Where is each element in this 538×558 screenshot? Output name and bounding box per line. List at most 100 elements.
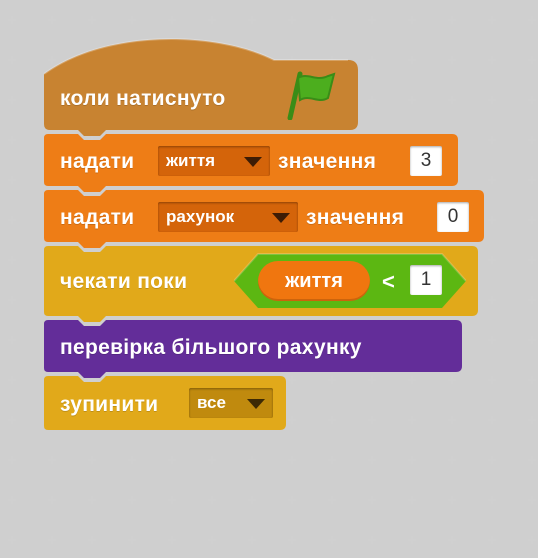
grid-cross bbox=[528, 296, 536, 304]
grid-cross bbox=[368, 16, 376, 24]
score-variable-dropdown[interactable]: рахунок bbox=[158, 202, 298, 232]
grid-cross bbox=[8, 136, 16, 144]
dropdown-arrow-icon bbox=[272, 213, 290, 223]
grid-cross bbox=[448, 56, 456, 64]
lives-variable-dropdown[interactable]: життя bbox=[158, 146, 270, 176]
grid-cross bbox=[288, 456, 296, 464]
grid-cross bbox=[8, 496, 16, 504]
grid-cross bbox=[8, 256, 16, 264]
grid-cross bbox=[168, 536, 176, 544]
grid-cross bbox=[488, 56, 496, 64]
grid-cross bbox=[488, 16, 496, 24]
grid-cross bbox=[528, 56, 536, 64]
grid-cross bbox=[208, 16, 216, 24]
grid-cross bbox=[208, 456, 216, 464]
grid-cross bbox=[128, 496, 136, 504]
wait-until-block[interactable]: чекати поки життя < 1 bbox=[44, 246, 478, 322]
grid-cross bbox=[88, 16, 96, 24]
grid-cross bbox=[368, 96, 376, 104]
when-flag-clicked-block[interactable]: коли натиснуто bbox=[43, 38, 358, 137]
grid-cross bbox=[488, 416, 496, 424]
grid-cross bbox=[288, 496, 296, 504]
grid-cross bbox=[448, 16, 456, 24]
grid-cross bbox=[528, 176, 536, 184]
grid-cross bbox=[128, 456, 136, 464]
grid-cross bbox=[488, 136, 496, 144]
grid-cross bbox=[408, 96, 416, 104]
grid-cross bbox=[448, 496, 456, 504]
grid-cross bbox=[528, 96, 536, 104]
grid-cross bbox=[8, 456, 16, 464]
grid-cross bbox=[448, 416, 456, 424]
grid-cross bbox=[368, 456, 376, 464]
grid-cross bbox=[488, 216, 496, 224]
compare-value-input[interactable]: 1 bbox=[410, 265, 442, 295]
grid-cross bbox=[488, 256, 496, 264]
grid-cross bbox=[88, 536, 96, 544]
grid-cross bbox=[528, 16, 536, 24]
grid-cross bbox=[8, 96, 16, 104]
wait-until-label: чекати поки bbox=[60, 270, 188, 293]
grid-cross bbox=[48, 16, 56, 24]
grid-cross bbox=[528, 256, 536, 264]
grid-cross bbox=[8, 56, 16, 64]
grid-cross bbox=[408, 56, 416, 64]
grid-cross bbox=[48, 496, 56, 504]
grid-cross bbox=[328, 16, 336, 24]
set-lives-block[interactable]: надати життя значення 3 bbox=[44, 134, 458, 192]
grid-cross bbox=[8, 536, 16, 544]
grid-cross bbox=[168, 456, 176, 464]
score-value-input[interactable]: 0 bbox=[437, 202, 469, 232]
grid-cross bbox=[528, 136, 536, 144]
dropdown-arrow-icon bbox=[247, 399, 265, 409]
grid-cross bbox=[48, 456, 56, 464]
grid-cross bbox=[408, 496, 416, 504]
grid-cross bbox=[408, 416, 416, 424]
lives-variable-value: життя bbox=[166, 151, 216, 170]
check-high-score-block[interactable]: перевірка більшого рахунку bbox=[44, 320, 462, 378]
set-score-block[interactable]: надати рахунок значення 0 bbox=[44, 190, 484, 248]
grid-cross bbox=[368, 416, 376, 424]
grid-cross bbox=[168, 16, 176, 24]
set-lives-label: надати bbox=[60, 150, 135, 173]
grid-cross bbox=[448, 96, 456, 104]
grid-cross bbox=[8, 176, 16, 184]
grid-cross bbox=[528, 416, 536, 424]
grid-cross bbox=[288, 536, 296, 544]
grid-cross bbox=[488, 96, 496, 104]
set-lives-value-label: значення bbox=[278, 150, 377, 173]
less-than-sign: < bbox=[382, 269, 395, 294]
grid-cross bbox=[208, 496, 216, 504]
grid-cross bbox=[368, 536, 376, 544]
grid-cross bbox=[288, 16, 296, 24]
grid-cross bbox=[248, 456, 256, 464]
grid-cross bbox=[528, 496, 536, 504]
grid-cross bbox=[128, 536, 136, 544]
grid-cross bbox=[288, 416, 296, 424]
stop-block[interactable]: зупинити все bbox=[44, 376, 286, 430]
grid-cross bbox=[328, 456, 336, 464]
set-score-value-label: значення bbox=[306, 206, 405, 229]
grid-cross bbox=[448, 456, 456, 464]
grid-cross bbox=[168, 496, 176, 504]
grid-cross bbox=[408, 456, 416, 464]
grid-cross bbox=[368, 56, 376, 64]
lives-variable-reporter[interactable]: життя bbox=[258, 261, 370, 301]
grid-cross bbox=[328, 416, 336, 424]
grid-cross bbox=[8, 16, 16, 24]
stop-option-value: все bbox=[197, 393, 226, 412]
grid-cross bbox=[328, 536, 336, 544]
set-score-label: надати bbox=[60, 206, 135, 229]
grid-cross bbox=[528, 456, 536, 464]
grid-cross bbox=[488, 496, 496, 504]
grid-cross bbox=[528, 216, 536, 224]
grid-cross bbox=[488, 176, 496, 184]
grid-cross bbox=[408, 536, 416, 544]
grid-cross bbox=[448, 536, 456, 544]
lives-value-input[interactable]: 3 bbox=[410, 146, 442, 176]
green-flag-icon bbox=[287, 71, 336, 120]
stop-label: зупинити bbox=[60, 393, 159, 416]
stop-option-dropdown[interactable]: все bbox=[189, 388, 273, 418]
grid-cross bbox=[528, 536, 536, 544]
grid-cross bbox=[408, 16, 416, 24]
